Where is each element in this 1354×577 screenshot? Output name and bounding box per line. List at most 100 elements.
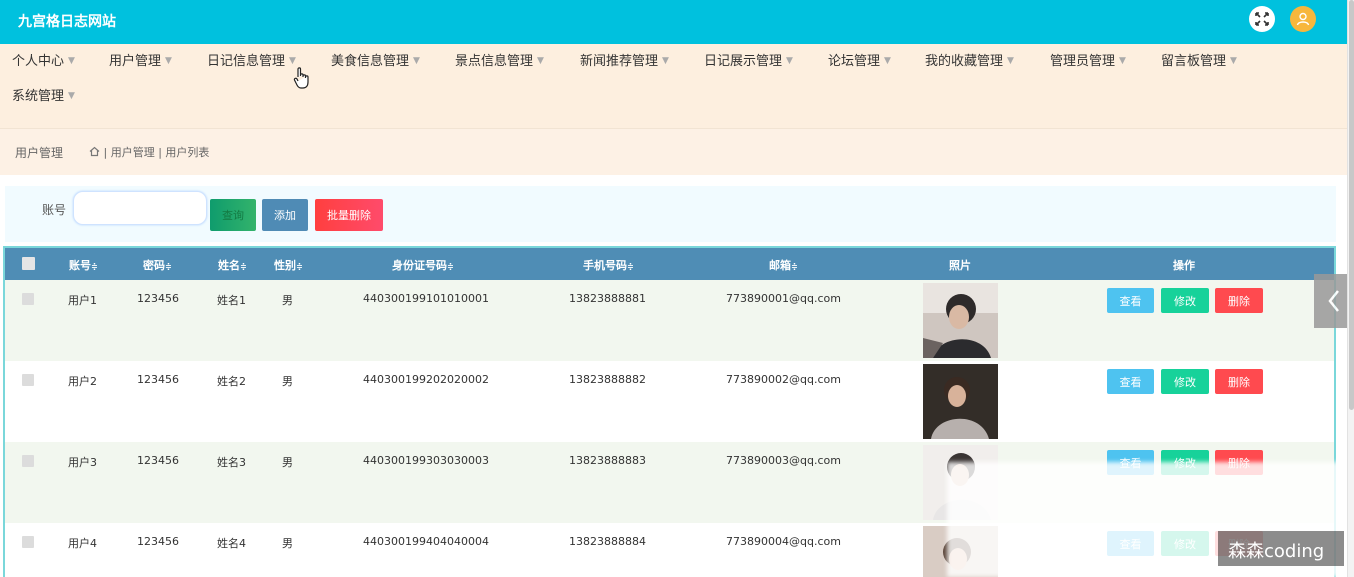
cell-account: 用户2: [68, 375, 97, 388]
caret-down-icon: ▼: [413, 56, 420, 66]
column-header-email[interactable]: 邮箱≑: [769, 257, 798, 273]
sort-icon: ≑: [296, 262, 303, 271]
menu-item-scenic-info[interactable]: 景点信息管理 ▼: [455, 50, 544, 69]
cell-password: 123456: [137, 454, 179, 467]
table-row: 用户2 123456 姓名2 男 440300199202020002 1382…: [5, 361, 1334, 442]
menu-item-diary-info[interactable]: 日记信息管理 ▼: [207, 50, 296, 69]
page-title: 用户管理: [15, 146, 64, 160]
menu-item-label: 留言板管理: [1161, 54, 1227, 69]
add-button[interactable]: 添加: [262, 199, 308, 231]
sort-icon: ≑: [91, 262, 98, 271]
watermark: 森森coding: [1218, 531, 1344, 566]
menu-item-personal-center[interactable]: 个人中心 ▼: [12, 50, 75, 69]
cell-name: 姓名2: [217, 375, 246, 388]
scrollbar-thumb[interactable]: [1349, 0, 1354, 410]
menu-item-label: 论坛管理: [828, 54, 881, 69]
edit-button[interactable]: 修改: [1161, 369, 1209, 394]
row-checkbox[interactable]: [22, 455, 34, 467]
row-checkbox[interactable]: [22, 536, 34, 548]
menu-item-system[interactable]: 系统管理 ▼: [12, 85, 75, 104]
menu-item-label: 景点信息管理: [455, 54, 534, 69]
menu-item-admins[interactable]: 管理员管理 ▼: [1050, 50, 1126, 69]
column-header-account[interactable]: 账号≑: [69, 257, 98, 273]
sort-icon: ≑: [165, 262, 172, 271]
batch-delete-button[interactable]: 批量删除: [315, 199, 383, 231]
caret-down-icon: ▼: [289, 56, 296, 66]
caret-down-icon: ▼: [537, 56, 544, 66]
view-button[interactable]: 查看: [1107, 369, 1154, 394]
cell-gender: 男: [282, 537, 293, 550]
menu-item-food-info[interactable]: 美食信息管理 ▼: [331, 50, 420, 69]
cell-name: 姓名4: [217, 537, 246, 550]
cell-name: 姓名3: [217, 456, 246, 469]
fullscreen-button[interactable]: [1249, 6, 1275, 32]
breadcrumb: | 用户管理 | 用户列表: [89, 144, 209, 160]
column-header-password[interactable]: 密码≑: [143, 257, 172, 273]
cell-account: 用户1: [68, 294, 97, 307]
delete-button[interactable]: 删除: [1215, 369, 1263, 394]
sort-icon: ≑: [240, 262, 247, 271]
query-button[interactable]: 查询: [210, 199, 256, 231]
cell-gender: 男: [282, 294, 293, 307]
column-header-name[interactable]: 姓名≑: [218, 257, 247, 273]
main-menu: 个人中心 ▼ 用户管理 ▼ 日记信息管理 ▼ 美食信息管理 ▼ 景点信息管理 ▼ 新闻推荐…: [0, 44, 1347, 128]
account-search-input[interactable]: [73, 191, 207, 225]
breadcrumb-path: | 用户管理 | 用户列表: [103, 146, 210, 159]
column-header-actions: 操作: [1173, 259, 1195, 272]
account-label: 账号: [42, 203, 67, 217]
cell-password: 123456: [137, 535, 179, 548]
menu-item-label: 我的收藏管理: [925, 54, 1004, 69]
caret-down-icon: ▼: [68, 56, 75, 66]
edit-button[interactable]: 修改: [1161, 288, 1209, 313]
column-header-id-number[interactable]: 身份证号码≑: [392, 257, 454, 273]
cell-email: 773890002@qq.com: [726, 373, 841, 386]
user-avatar-button[interactable]: [1290, 6, 1316, 32]
caret-down-icon: ▼: [662, 56, 669, 66]
menu-item-label: 新闻推荐管理: [580, 54, 659, 69]
menu-item-label: 日记信息管理: [207, 54, 286, 69]
cell-phone: 13823888882: [569, 373, 646, 386]
menu-item-user-management[interactable]: 用户管理 ▼: [109, 50, 172, 69]
menu-item-label: 美食信息管理: [331, 54, 410, 69]
select-all-checkbox[interactable]: [22, 257, 35, 270]
caret-down-icon: ▼: [1007, 56, 1014, 66]
menu-item-favorites[interactable]: 我的收藏管理 ▼: [925, 50, 1014, 69]
cell-phone: 13823888884: [569, 535, 646, 548]
home-icon: [89, 146, 100, 157]
cell-password: 123456: [137, 292, 179, 305]
cell-id-number: 440300199101010001: [363, 292, 489, 305]
column-header-gender[interactable]: 性别≑: [274, 257, 303, 273]
caret-down-icon: ▼: [1119, 56, 1126, 66]
menu-item-news[interactable]: 新闻推荐管理 ▼: [580, 50, 669, 69]
row-checkbox[interactable]: [22, 293, 34, 305]
cell-account: 用户4: [68, 537, 97, 550]
caret-down-icon: ▼: [884, 56, 891, 66]
caret-down-icon: ▼: [68, 91, 75, 101]
table-header: 账号≑ 密码≑ 姓名≑ 性别≑ 身份证号码≑ 手机号码≑ 邮箱≑ 照片 操作: [5, 248, 1334, 280]
caret-down-icon: ▼: [786, 56, 793, 66]
table-row: 用户1 123456 姓名1 男 440300199101010001 1382…: [5, 280, 1334, 361]
search-panel: 账号 查询 添加 批量删除: [5, 186, 1336, 242]
cell-id-number: 440300199303030003: [363, 454, 489, 467]
view-button[interactable]: 查看: [1107, 288, 1154, 313]
page-scrollbar[interactable]: [1347, 0, 1354, 577]
cell-email: 773890003@qq.com: [726, 454, 841, 467]
caret-down-icon: ▼: [165, 56, 172, 66]
menu-item-diary-display[interactable]: 日记展示管理 ▼: [704, 50, 793, 69]
user-photo: [923, 283, 998, 358]
sort-icon: ≑: [791, 262, 798, 271]
top-bar: 九宫格日志网站: [0, 0, 1347, 44]
menu-item-message-board[interactable]: 留言板管理 ▼: [1161, 50, 1237, 69]
cell-password: 123456: [137, 373, 179, 386]
app-title: 九宫格日志网站: [18, 14, 116, 30]
delete-button[interactable]: 删除: [1215, 288, 1263, 313]
column-header-phone[interactable]: 手机号码≑: [583, 257, 634, 273]
menu-item-label: 个人中心: [12, 54, 65, 69]
cell-name: 姓名1: [217, 294, 246, 307]
cell-account: 用户3: [68, 456, 97, 469]
cell-phone: 13823888881: [569, 292, 646, 305]
row-checkbox[interactable]: [22, 374, 34, 386]
hand-cursor-icon: [293, 67, 309, 89]
column-header-photo: 照片: [949, 259, 971, 272]
menu-item-forum[interactable]: 论坛管理 ▼: [828, 50, 891, 69]
